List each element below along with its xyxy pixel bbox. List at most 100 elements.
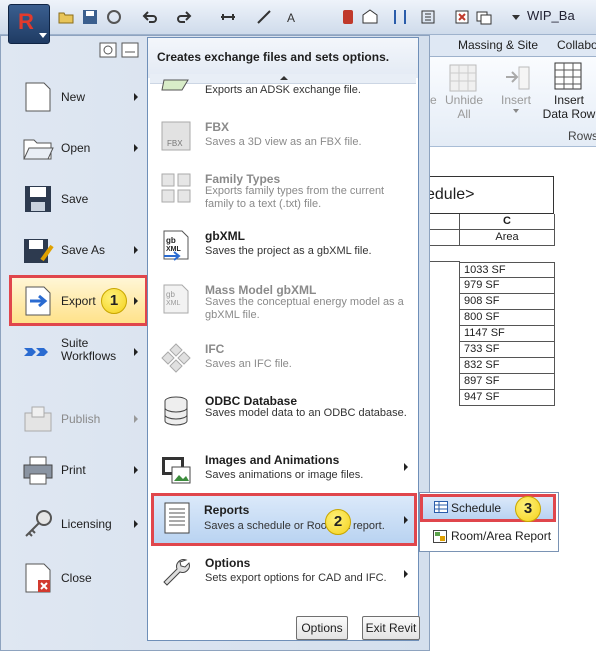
menu-item-close[interactable]: Close xyxy=(12,554,146,602)
submenu-item-images-animations[interactable]: Images and Animations Saves animations o… xyxy=(148,451,418,497)
ribbon-button-partial: e xyxy=(430,93,437,107)
submenu-item-desc: Saves an IFC file. xyxy=(205,358,292,370)
section-icon[interactable] xyxy=(392,9,408,25)
chevron-right-icon xyxy=(404,516,408,524)
menu-item-label: Licensing xyxy=(61,517,112,531)
chevron-down-icon xyxy=(513,109,519,113)
menu-item-label: Publish xyxy=(61,412,101,426)
submenu-item-desc: Sets export options for CAD and IFC. xyxy=(205,572,387,584)
menu-item-new[interactable]: New xyxy=(12,73,146,121)
exit-revit-button[interactable]: Exit Revit xyxy=(362,616,420,640)
svg-text:gb: gb xyxy=(166,290,175,299)
schedule-cell[interactable]: 908 SF xyxy=(459,294,555,310)
menu-item-print[interactable]: Print xyxy=(12,446,146,494)
adsk-icon xyxy=(161,79,189,91)
menu-item-licensing[interactable]: Licensing xyxy=(12,500,146,548)
schedule-cell[interactable]: 897 SF xyxy=(459,374,555,390)
redo-icon[interactable] xyxy=(176,9,192,25)
callout-badge: 3 xyxy=(515,496,541,522)
menu-item-save[interactable]: Save xyxy=(12,175,146,223)
submenu-item-odbc-database[interactable]: ODBC Database Saves model data to an ODB… xyxy=(148,392,418,442)
sync-icon[interactable] xyxy=(106,9,122,25)
insert-button: Insert xyxy=(501,93,532,107)
insert-data-row-icon[interactable] xyxy=(553,61,583,91)
film-icon xyxy=(162,457,191,484)
submenu-item-desc: Exports family types from the current fa… xyxy=(205,185,385,210)
new-document-icon xyxy=(25,82,51,112)
submenu-item-desc: Saves a schedule or Roo xyxy=(204,520,327,532)
svg-text:XML: XML xyxy=(166,246,182,253)
callout-badge: 1 xyxy=(101,288,127,314)
key-icon xyxy=(25,510,52,537)
insert-icon xyxy=(506,66,530,90)
flyout-item-room-area-report[interactable]: Room/Area Report xyxy=(420,525,558,549)
ifc-icon xyxy=(161,343,191,373)
export-submenu: Creates exchange files and sets options.… xyxy=(147,37,419,641)
export-arrow-icon xyxy=(25,286,51,316)
svg-text:A: A xyxy=(287,11,295,25)
save-icon[interactable] xyxy=(82,9,98,25)
tag-icon[interactable] xyxy=(340,9,356,25)
submenu-item-title: gbXML xyxy=(205,229,245,243)
report-icon xyxy=(164,502,190,534)
insert-data-row-button[interactable]: Insert Data Row xyxy=(542,93,596,121)
window-title: WIP_Ba xyxy=(527,8,575,23)
submenu-item-title: IFC xyxy=(205,342,225,356)
schedule-cell[interactable]: 832 SF xyxy=(459,358,555,374)
customize-toolbar-icon[interactable] xyxy=(508,9,524,25)
suite-workflows-icon xyxy=(24,348,48,356)
submenu-item-title: ODBC Database xyxy=(205,394,298,408)
schedule-title: edule> xyxy=(418,176,554,214)
close-hidden-windows-icon[interactable] xyxy=(454,9,470,25)
schedule-cell[interactable]: 800 SF xyxy=(459,310,555,326)
menu-item-label: Export xyxy=(61,294,96,308)
submenu-item-mass-model-gbxml: gb XML Mass Model gbXML Saves the concept… xyxy=(148,281,418,331)
submenu-item-gbxml[interactable]: gb XML gbXML Saves the project as a gbXML… xyxy=(148,227,418,273)
revit-logo-icon: R xyxy=(18,9,34,34)
switch-windows-icon[interactable] xyxy=(476,9,492,25)
aligned-dimension-icon[interactable] xyxy=(256,9,272,25)
menu-item-label: Open xyxy=(61,141,91,155)
gbxml-icon: gbXML xyxy=(163,230,189,261)
submenu-item-options[interactable]: Options Sets export options for CAD and … xyxy=(148,554,418,600)
thin-lines-icon[interactable] xyxy=(420,9,436,25)
schedule-cell[interactable]: 947 SF xyxy=(459,390,555,406)
chevron-right-icon xyxy=(134,297,138,305)
submenu-item-adsk[interactable]: Exports an ADSK exchange file. xyxy=(148,79,418,100)
submenu-item-ifc: IFC Saves an IFC file. xyxy=(148,340,418,384)
schedule-cell[interactable]: 733 SF xyxy=(459,342,555,358)
mass-gbxml-icon: gbXML xyxy=(163,284,189,314)
schedule-cell[interactable]: 979 SF xyxy=(459,278,555,294)
menu-item-label: Save As xyxy=(61,243,106,257)
flyout-item-label: Schedule xyxy=(451,501,502,515)
submenu-item-fbx: FBX FBX Saves a 3D view as an FBX file. xyxy=(148,118,418,162)
submenu-item-desc: Saves animations or image files. xyxy=(205,469,364,481)
options-button[interactable]: Options xyxy=(296,616,348,640)
menu-item-open[interactable]: Open xyxy=(12,124,146,172)
folder-open-icon xyxy=(23,139,54,160)
application-menu-button[interactable]: R xyxy=(8,4,50,44)
tab-massing-site[interactable]: Massing & Site xyxy=(458,38,538,52)
submenu-item-title: FBX xyxy=(205,120,229,134)
submenu-item-desc: Saves model data to an ODBC database. xyxy=(205,407,407,419)
default-3d-view-icon[interactable] xyxy=(362,9,378,25)
chevron-right-icon xyxy=(404,570,408,578)
open-folder-icon[interactable] xyxy=(58,9,74,25)
tab-collaborate[interactable]: Collabo xyxy=(557,38,596,52)
measure-icon[interactable] xyxy=(220,9,236,25)
schedule-cell[interactable]: 1033 SF xyxy=(459,262,555,278)
submenu-item-reports[interactable]: Reports Saves a schedule or Roo rea repo… xyxy=(151,493,417,546)
chevron-right-icon xyxy=(134,466,138,474)
save-as-icon xyxy=(24,239,54,263)
floppy-disk-icon xyxy=(25,186,51,212)
schedule-cell[interactable]: 1147 SF xyxy=(459,326,555,342)
menu-item-suite-workflows[interactable]: Suite Workflows xyxy=(12,328,146,376)
quick-access-toolbar: A WIP_Ba xyxy=(0,0,596,35)
undo-icon[interactable] xyxy=(142,9,158,25)
submenu-item-family-types: Family Types Exports family types from t… xyxy=(148,170,418,220)
submenu-item-title: Options xyxy=(205,556,251,570)
submenu-item-title: Images and Animations xyxy=(205,453,340,467)
family-types-icon xyxy=(161,173,191,203)
spot-icon[interactable]: A xyxy=(286,9,302,25)
menu-item-save-as[interactable]: Save As xyxy=(12,226,146,274)
